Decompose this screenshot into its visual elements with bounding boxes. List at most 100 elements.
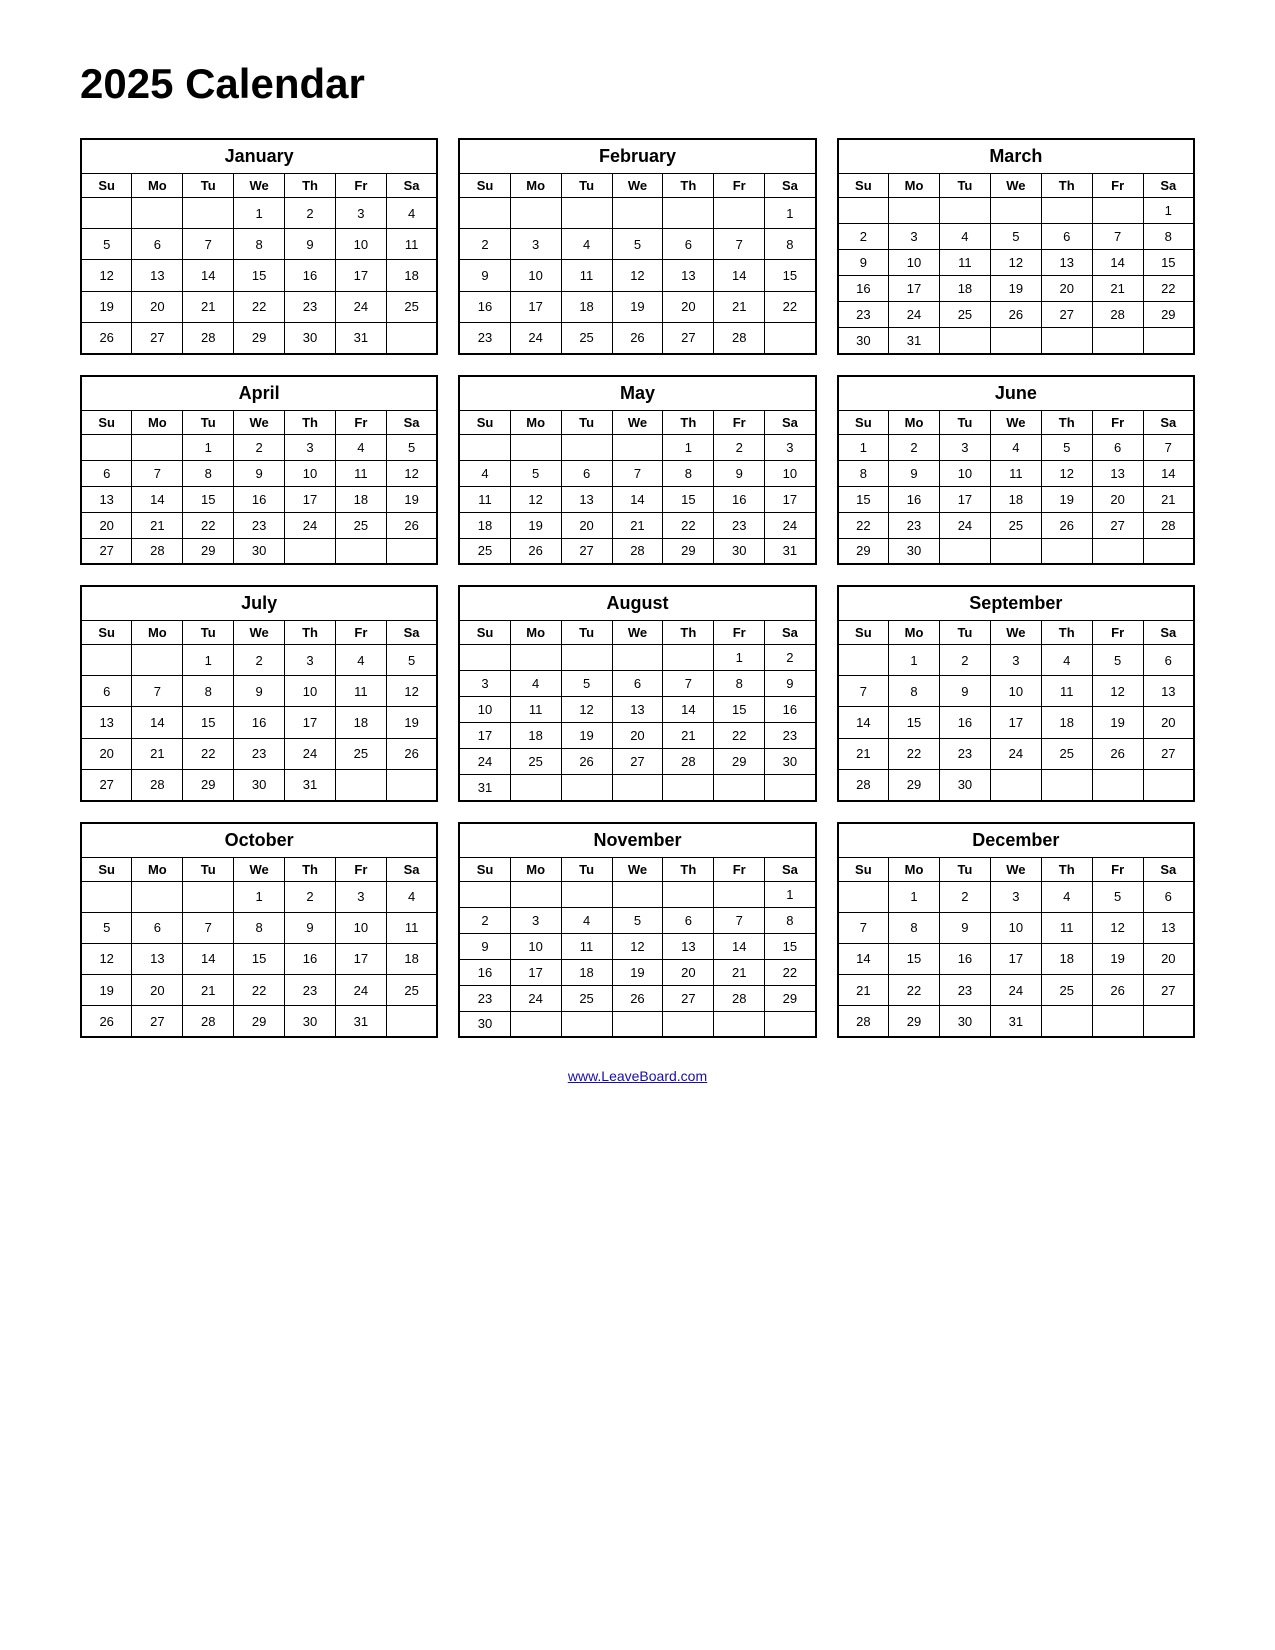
day-cell — [132, 881, 183, 912]
day-cell: 19 — [386, 707, 437, 738]
day-cell: 23 — [459, 322, 510, 353]
day-cell: 16 — [838, 276, 889, 302]
footer-link[interactable]: www.LeaveBoard.com — [568, 1068, 707, 1084]
day-cell: 5 — [1041, 434, 1092, 460]
day-cell: 23 — [234, 512, 285, 538]
day-cell: 19 — [386, 486, 437, 512]
day-cell: 22 — [183, 512, 234, 538]
day-cell: 17 — [459, 723, 510, 749]
day-header-mo: Mo — [132, 857, 183, 881]
day-cell: 3 — [765, 434, 816, 460]
day-cell: 28 — [132, 769, 183, 800]
day-header-mo: Mo — [889, 857, 940, 881]
day-cell: 9 — [285, 229, 336, 260]
day-cell: 10 — [459, 697, 510, 723]
day-cell — [1041, 1006, 1092, 1037]
day-cell: 24 — [939, 512, 990, 538]
day-cell: 19 — [990, 276, 1041, 302]
day-cell: 6 — [1143, 881, 1194, 912]
day-cell: 4 — [1041, 645, 1092, 676]
day-cell: 21 — [132, 738, 183, 769]
day-header-fr: Fr — [1092, 410, 1143, 434]
day-cell — [1041, 198, 1092, 224]
day-cell: 16 — [459, 291, 510, 322]
day-cell: 14 — [663, 697, 714, 723]
day-cell: 2 — [234, 434, 285, 460]
day-cell: 28 — [132, 538, 183, 564]
day-cell — [183, 881, 234, 912]
day-header-we: We — [990, 621, 1041, 645]
day-cell — [990, 328, 1041, 354]
day-header-tu: Tu — [939, 410, 990, 434]
week-row: 13141516171819 — [81, 486, 437, 512]
day-cell — [132, 434, 183, 460]
day-cell: 25 — [386, 291, 437, 322]
day-cell: 29 — [889, 769, 940, 800]
day-cell: 13 — [663, 933, 714, 959]
week-row: 3456789 — [459, 671, 815, 697]
day-cell: 20 — [1143, 707, 1194, 738]
day-cell: 8 — [183, 460, 234, 486]
day-cell — [510, 434, 561, 460]
day-cell — [132, 645, 183, 676]
day-header-tu: Tu — [183, 410, 234, 434]
footer[interactable]: www.LeaveBoard.com — [80, 1068, 1195, 1084]
day-cell: 22 — [234, 975, 285, 1006]
day-cell: 29 — [183, 769, 234, 800]
day-cell: 10 — [285, 460, 336, 486]
day-header-we: We — [234, 174, 285, 198]
day-header-th: Th — [285, 410, 336, 434]
day-cell — [1143, 328, 1194, 354]
day-cell: 21 — [183, 975, 234, 1006]
day-cell — [663, 645, 714, 671]
day-cell: 23 — [889, 512, 940, 538]
day-cell: 3 — [990, 881, 1041, 912]
day-cell — [510, 1011, 561, 1037]
day-cell: 9 — [234, 676, 285, 707]
day-header-fr: Fr — [335, 174, 386, 198]
day-header-sa: Sa — [765, 410, 816, 434]
day-cell: 8 — [714, 671, 765, 697]
day-cell: 1 — [765, 198, 816, 229]
week-row: 6789101112 — [81, 460, 437, 486]
week-row: 891011121314 — [838, 460, 1194, 486]
day-cell: 22 — [889, 975, 940, 1006]
day-cell: 2 — [285, 881, 336, 912]
day-header-fr: Fr — [714, 410, 765, 434]
day-cell — [714, 1011, 765, 1037]
day-cell: 8 — [765, 229, 816, 260]
page-title: 2025 Calendar — [80, 60, 1195, 108]
day-cell: 28 — [183, 322, 234, 353]
day-cell: 24 — [459, 749, 510, 775]
day-cell: 2 — [459, 907, 510, 933]
day-cell: 12 — [612, 933, 663, 959]
day-cell: 15 — [234, 943, 285, 974]
day-header-fr: Fr — [1092, 174, 1143, 198]
day-cell: 27 — [612, 749, 663, 775]
day-cell — [889, 198, 940, 224]
day-cell: 30 — [889, 538, 940, 564]
day-header-th: Th — [285, 857, 336, 881]
day-cell: 7 — [663, 671, 714, 697]
day-cell: 29 — [714, 749, 765, 775]
day-header-su: Su — [838, 174, 889, 198]
day-cell: 5 — [561, 671, 612, 697]
week-row: 1234 — [81, 881, 437, 912]
day-header-sa: Sa — [386, 621, 437, 645]
day-cell: 12 — [1041, 460, 1092, 486]
day-cell: 8 — [234, 229, 285, 260]
day-cell: 9 — [939, 676, 990, 707]
day-cell: 6 — [561, 460, 612, 486]
day-cell: 13 — [663, 260, 714, 291]
day-cell — [510, 198, 561, 229]
day-header-su: Su — [459, 174, 510, 198]
day-cell: 8 — [838, 460, 889, 486]
day-cell: 27 — [1092, 512, 1143, 538]
day-cell: 7 — [838, 912, 889, 943]
day-header-th: Th — [663, 174, 714, 198]
week-row: 16171819202122 — [459, 291, 815, 322]
day-header-mo: Mo — [132, 410, 183, 434]
day-cell: 5 — [612, 229, 663, 260]
day-cell: 4 — [561, 907, 612, 933]
day-header-su: Su — [81, 857, 132, 881]
